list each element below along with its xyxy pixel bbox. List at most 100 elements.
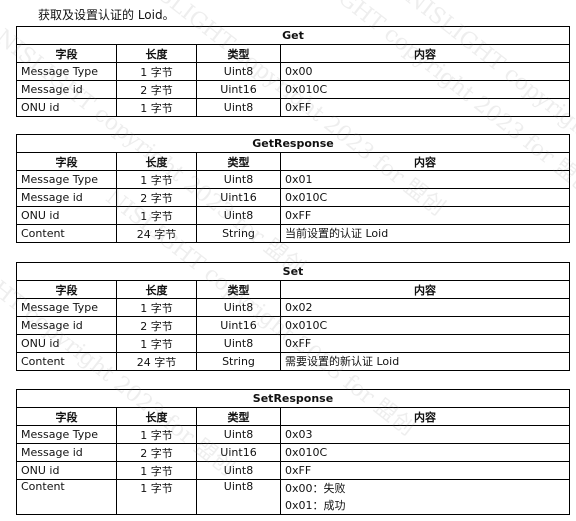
table-row: Message Type 1 字节 Uint8 0x02 (16, 298, 570, 317)
field-name: Message id (16, 316, 117, 335)
field-type: Uint8 (196, 98, 281, 117)
intro-text: 获取及设置认证的 Loid。 (38, 8, 175, 22)
field-type: Uint16 (196, 188, 281, 207)
field-content: 需要设置的新认证 Loid (280, 352, 570, 371)
table-row: Message Type 1 字节 Uint8 0x00 (16, 62, 570, 81)
field-name: Message id (16, 188, 117, 207)
table-row: Message id 2 字节 Uint16 0x010C (16, 316, 570, 335)
field-type: Uint8 (196, 461, 281, 480)
table-getresponse: GetResponse 字段 长度 类型 内容 Message Type 1 字节 Uint8… (16, 134, 570, 243)
field-type: String (196, 352, 281, 371)
content-line: 0x010C (285, 191, 328, 204)
column-header: 字段 (16, 44, 117, 63)
field-name: Message Type (16, 425, 117, 444)
field-content: 0x00：失败 0x01：成功 (280, 479, 570, 515)
field-length: 1 字节 (116, 334, 197, 353)
table-get: Get 字段 长度 类型 内容 Message Type 1 字节 Uint8 0x00 Mess… (16, 26, 570, 117)
field-length: 1 字节 (116, 461, 197, 480)
field-content: 0xFF (280, 98, 570, 117)
table-title: SetResponse (16, 389, 570, 408)
field-length: 2 字节 (116, 443, 197, 462)
table-title: GetResponse (16, 134, 570, 153)
field-length: 1 字节 (116, 62, 197, 81)
column-header: 长度 (116, 407, 197, 426)
content-line: 需要设置的新认证 Loid (285, 355, 400, 368)
field-type: Uint8 (196, 170, 281, 189)
content-line: 0x01：成功 (285, 499, 346, 512)
field-name: Message Type (16, 298, 117, 317)
field-name: ONU id (16, 461, 117, 480)
field-type: Uint8 (196, 62, 281, 81)
field-length: 1 字节 (116, 98, 197, 117)
content-line: 0x010C (285, 319, 328, 332)
column-header: 字段 (16, 280, 117, 299)
column-header: 长度 (116, 152, 197, 171)
field-content: 当前设置的认证 Loid (280, 224, 570, 243)
content-line: 0xFF (285, 337, 312, 350)
table-row: Message id 2 字节 Uint16 0x010C (16, 188, 570, 207)
table-row: ONU id 1 字节 Uint8 0xFF (16, 206, 570, 225)
column-header: 字段 (16, 407, 117, 426)
column-header: 内容 (280, 152, 570, 171)
table-row: Content 24 字节 String 当前设置的认证 Loid (16, 224, 570, 243)
content-line: 0x00：失败 (285, 482, 346, 495)
field-content: 0xFF (280, 334, 570, 353)
field-content: 0x00 (280, 62, 570, 81)
field-content: 0x010C (280, 80, 570, 99)
field-name: ONU id (16, 334, 117, 353)
content-line: 0xFF (285, 464, 312, 477)
field-type: Uint8 (196, 334, 281, 353)
content-line: 0x00 (285, 65, 313, 78)
field-content: 0xFF (280, 206, 570, 225)
column-header: 类型 (196, 44, 281, 63)
content-line: 0x01 (285, 173, 313, 186)
field-name: Message Type (16, 170, 117, 189)
column-header: 类型 (196, 152, 281, 171)
content-line: 当前设置的认证 Loid (285, 227, 389, 240)
content-line: 0x02 (285, 301, 313, 314)
content-line: 0x010C (285, 446, 328, 459)
table-set: Set 字段 长度 类型 内容 Message Type 1 字节 Uint8 0x02 Mess… (16, 262, 570, 371)
content-line: 0xFF (285, 209, 312, 222)
field-type: Uint16 (196, 443, 281, 462)
field-length: 1 字节 (116, 479, 197, 515)
field-content: 0x03 (280, 425, 570, 444)
table-title: Get (16, 26, 570, 45)
field-length: 1 字节 (116, 425, 197, 444)
column-header: 内容 (280, 280, 570, 299)
table-row: Message Type 1 字节 Uint8 0x03 (16, 425, 570, 444)
field-name: Message id (16, 443, 117, 462)
field-content: 0xFF (280, 461, 570, 480)
table-row: Message Type 1 字节 Uint8 0x01 (16, 170, 570, 189)
table-row: ONU id 1 字节 Uint8 0xFF (16, 461, 570, 480)
column-header: 长度 (116, 280, 197, 299)
table-row: ONU id 1 字节 Uint8 0xFF (16, 98, 570, 117)
field-name: Message Type (16, 62, 117, 81)
field-name: Message id (16, 80, 117, 99)
table-row: Content 1 字节 Uint8 0x00：失败 0x01：成功 (16, 479, 570, 515)
table-title: Set (16, 262, 570, 281)
field-name: ONU id (16, 206, 117, 225)
table-row: Content 24 字节 String 需要设置的新认证 Loid (16, 352, 570, 371)
column-header: 字段 (16, 152, 117, 171)
content-line: 0x03 (285, 428, 313, 441)
field-length: 1 字节 (116, 298, 197, 317)
field-content: 0x010C (280, 188, 570, 207)
field-length: 24 字节 (116, 352, 197, 371)
field-content: 0x010C (280, 316, 570, 335)
table-setresponse: SetResponse 字段 长度 类型 内容 Message Type 1 字节 Uint8… (16, 389, 570, 515)
field-content: 0x01 (280, 170, 570, 189)
field-type: Uint8 (196, 425, 281, 444)
column-header: 内容 (280, 407, 570, 426)
field-name: ONU id (16, 98, 117, 117)
field-length: 1 字节 (116, 206, 197, 225)
field-length: 2 字节 (116, 188, 197, 207)
column-header: 类型 (196, 280, 281, 299)
column-header: 长度 (116, 44, 197, 63)
content-line: 0xFF (285, 101, 312, 114)
field-type: Uint8 (196, 298, 281, 317)
field-length: 1 字节 (116, 170, 197, 189)
field-type: Uint8 (196, 206, 281, 225)
table-row: Message id 2 字节 Uint16 0x010C (16, 443, 570, 462)
field-type: String (196, 224, 281, 243)
